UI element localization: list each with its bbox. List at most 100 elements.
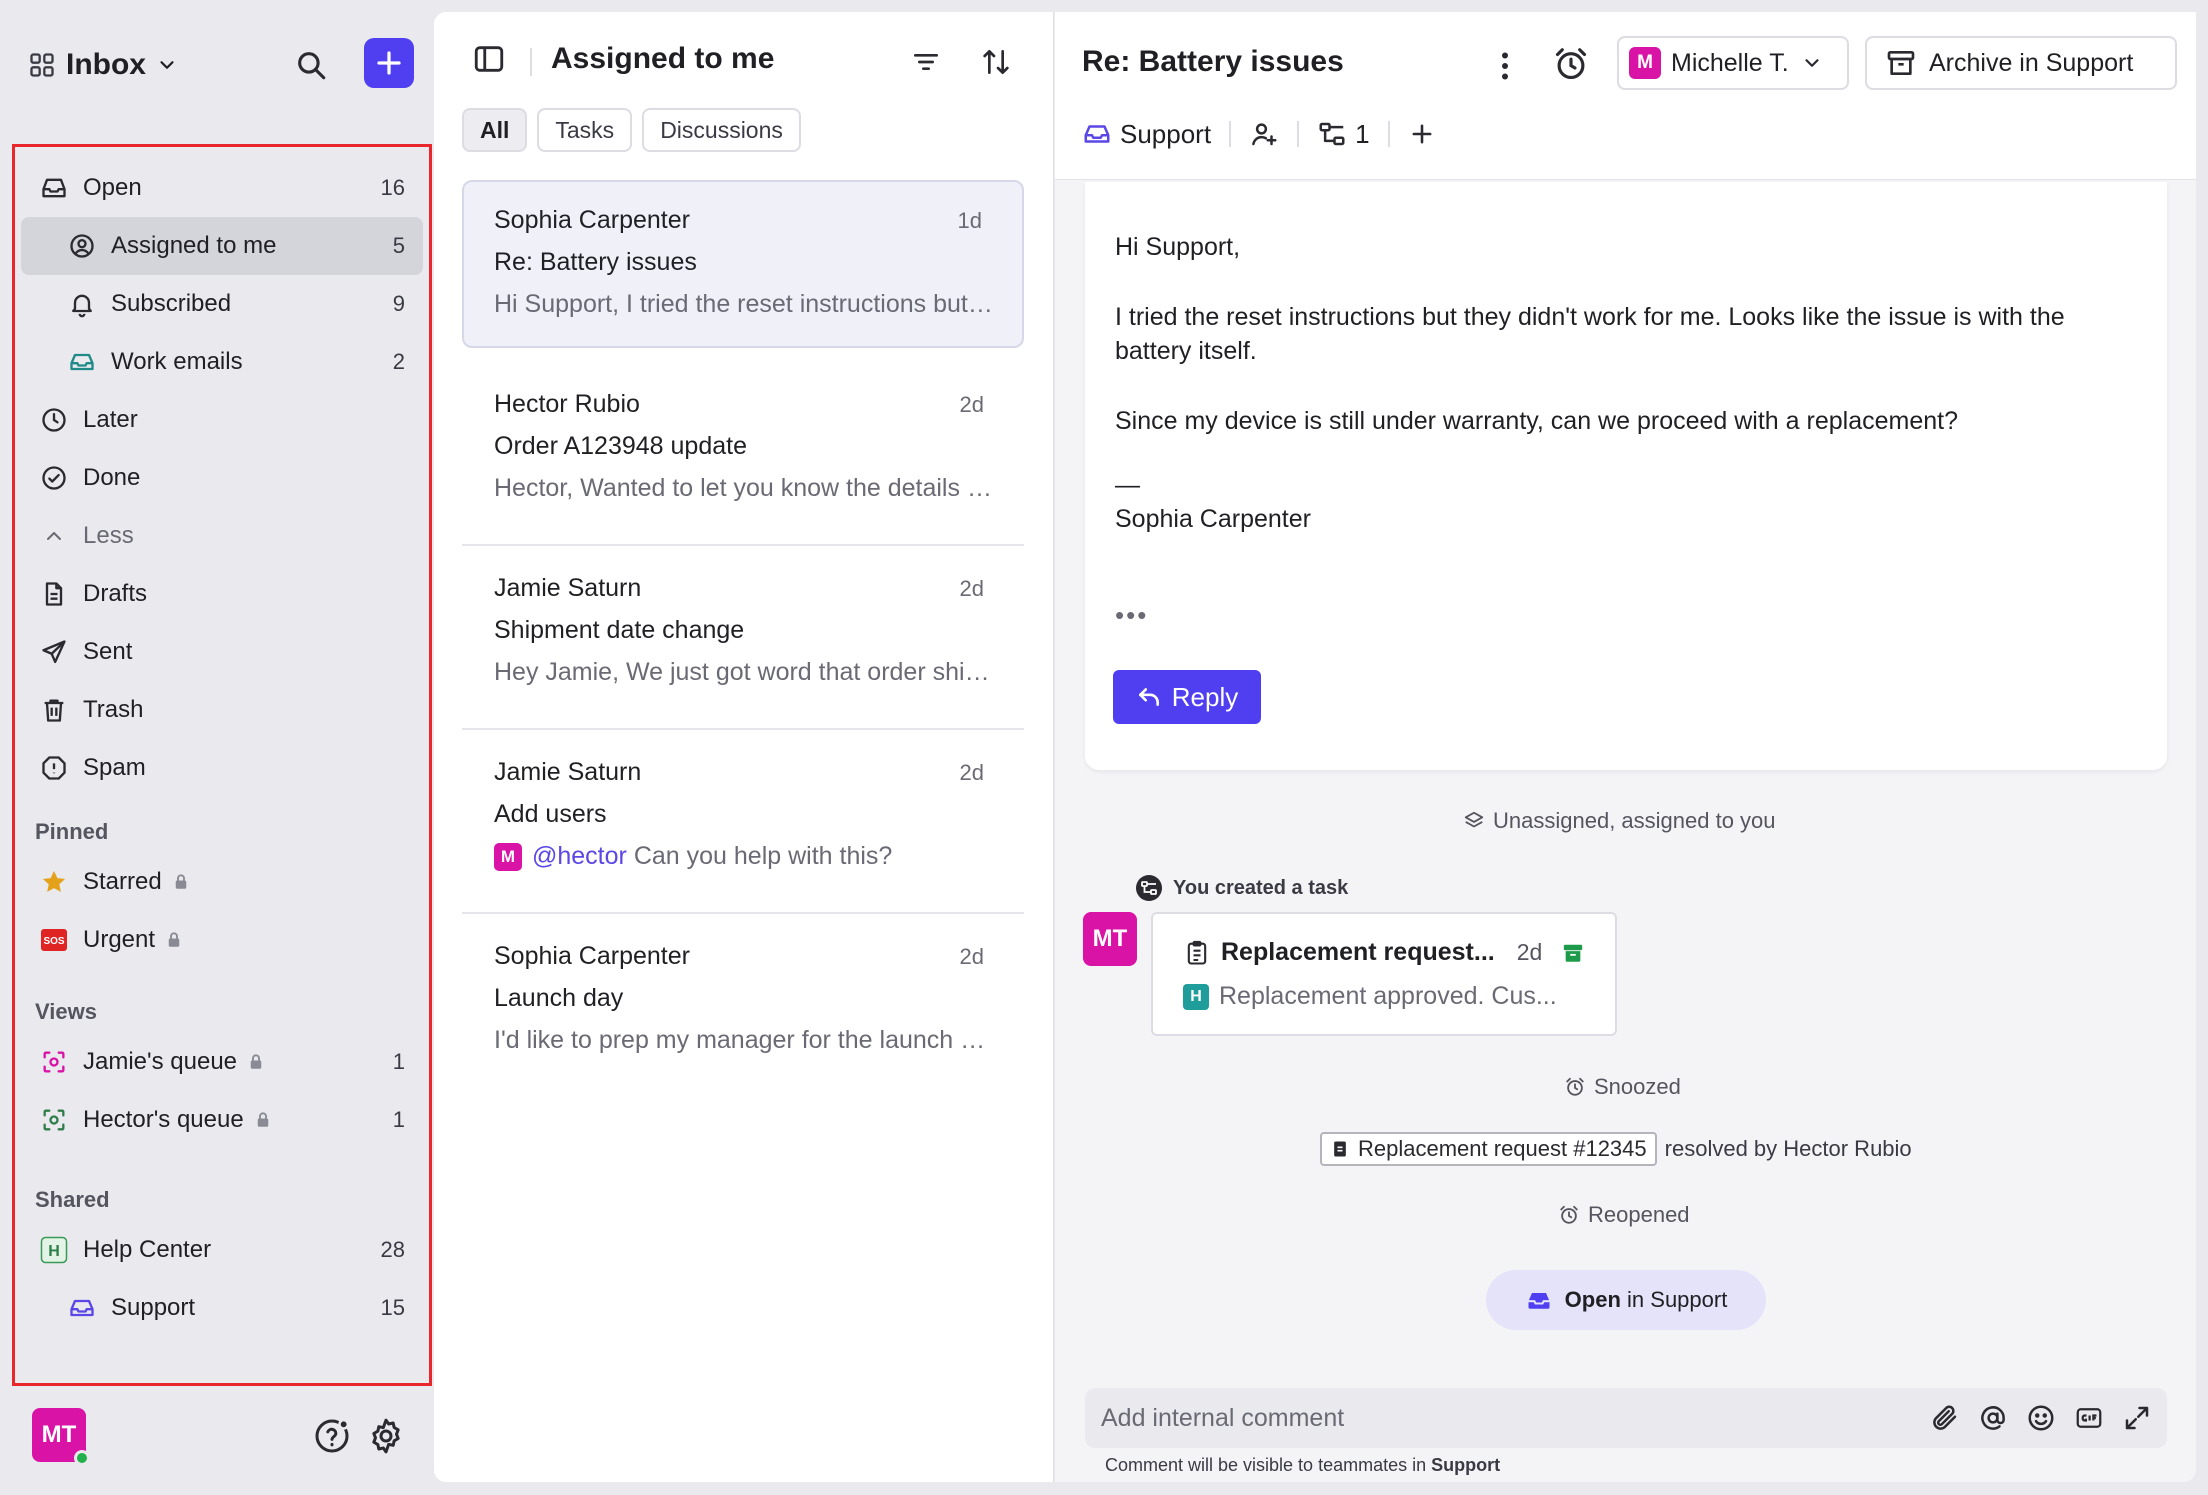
nav-item-later[interactable]: Later xyxy=(21,391,423,449)
show-quoted-button[interactable]: ••• xyxy=(1115,600,1148,631)
sidebar-nav: Open 16 Assigned to me 5 Subscribed 9 Wo… xyxy=(12,144,432,1386)
lock-icon xyxy=(165,931,183,949)
nav-item-drafts[interactable]: Drafts xyxy=(21,565,423,623)
status-open-pill[interactable]: Open in Support xyxy=(1486,1270,1766,1330)
snooze-button[interactable] xyxy=(1552,45,1592,85)
search-button[interactable] xyxy=(288,42,334,88)
user-plus-icon xyxy=(1252,123,1277,146)
reply-button[interactable]: Reply xyxy=(1113,670,1261,724)
add-button[interactable] xyxy=(1408,120,1436,148)
activity-reopened: Reopened xyxy=(1558,1202,1690,1228)
conversation-preview: Hector, Wanted to let you know the detai… xyxy=(494,474,996,502)
conversation-subject: Shipment date change xyxy=(494,616,745,644)
help-center-badge: H xyxy=(39,1235,69,1265)
activity-snoozed: Snoozed xyxy=(1564,1074,1681,1100)
nav-item-sent[interactable]: Sent xyxy=(21,623,423,681)
conversation-item[interactable]: Jamie Saturn 2d Shipment date change Hey… xyxy=(462,546,1024,730)
archive-label: Archive in Support xyxy=(1929,48,2134,77)
nav-item-open[interactable]: Open 16 xyxy=(21,159,423,217)
focus-green-icon xyxy=(39,1105,69,1135)
tab-all[interactable]: All xyxy=(462,108,528,152)
nav-item-work-emails[interactable]: Work emails 2 xyxy=(21,333,423,391)
conversation-item[interactable]: Sophia Carpenter 2d Launch day I'd like … xyxy=(462,914,1024,1098)
internal-comment-input[interactable]: Add internal comment xyxy=(1085,1388,2167,1448)
nav-item-assigned-to-me[interactable]: Assigned to me 5 xyxy=(21,217,423,275)
section-title-shared: Shared xyxy=(35,1187,110,1212)
conversation-item[interactable]: Hector Rubio 2d Order A123948 update Hec… xyxy=(462,362,1024,546)
lock-icon xyxy=(247,1053,265,1071)
toggle-sidebar-button[interactable] xyxy=(472,42,508,78)
nav-count: 1 xyxy=(392,1049,405,1074)
lock-icon xyxy=(172,873,190,891)
nav-label: Done xyxy=(83,464,141,491)
filter-button[interactable] xyxy=(910,46,946,82)
at-mention-icon[interactable] xyxy=(1975,1400,2011,1436)
tab-tasks[interactable]: Tasks xyxy=(537,108,633,152)
nav-item-less[interactable]: Less xyxy=(21,507,423,565)
sort-button[interactable] xyxy=(980,46,1016,82)
gif-icon[interactable] xyxy=(2071,1400,2107,1436)
conversation-item[interactable]: Jamie Saturn 2d Add users M @hector Can y… xyxy=(462,730,1024,914)
task-created-text: You created a task xyxy=(1173,876,1349,899)
nav-item-starred[interactable]: Starred xyxy=(21,853,423,911)
add-participant-button[interactable] xyxy=(1249,119,1279,149)
preview-text: Can you help with this? xyxy=(626,842,893,870)
nav-label: Urgent xyxy=(83,926,156,953)
tab-discussions[interactable]: Discussions xyxy=(642,108,801,152)
conversation-item[interactable]: Sophia Carpenter 1d Re: Battery issues H… xyxy=(462,180,1024,348)
sos-badge-text: SOS xyxy=(43,936,64,947)
task-tree-icon xyxy=(1136,875,1162,901)
tasks-count-button[interactable]: 1 xyxy=(1317,118,1370,150)
nav-item-subscribed[interactable]: Subscribed 9 xyxy=(21,275,423,333)
help-button[interactable] xyxy=(312,1416,352,1456)
alert-octagon-icon xyxy=(39,753,69,783)
activity-text: Unassigned, assigned to you xyxy=(1493,808,1776,833)
assignee-dropdown[interactable]: M Michelle T. xyxy=(1617,36,1849,90)
nav-item-help-center[interactable]: H Help Center 28 xyxy=(21,1221,423,1279)
bell-icon xyxy=(67,289,97,319)
nav-item-hectors-queue[interactable]: Hector's queue 1 xyxy=(21,1091,423,1149)
more-options-button[interactable] xyxy=(1487,46,1523,86)
task-reference-chip[interactable]: Replacement request #12345 xyxy=(1320,1132,1657,1166)
nav-item-support[interactable]: Support 15 xyxy=(21,1279,423,1337)
task-title: Replacement request... xyxy=(1221,938,1495,966)
task-reference-text: Replacement request #12345 xyxy=(1358,1136,1647,1161)
conversation-time: 1d xyxy=(957,208,982,233)
alarm-clock-icon xyxy=(1555,48,1587,80)
nav-label: Sent xyxy=(83,638,133,665)
expand-icon[interactable] xyxy=(2119,1400,2155,1436)
compose-button[interactable] xyxy=(364,38,414,88)
nav-item-done[interactable]: Done xyxy=(21,449,423,507)
tasks-count: 1 xyxy=(1355,118,1370,149)
clipboard-icon xyxy=(1334,1141,1346,1157)
sidebar: Inbox Open 16 Assigned to me 5 Subscribe… xyxy=(0,0,432,1495)
paperclip-icon[interactable] xyxy=(1927,1400,1963,1436)
inbox-tag[interactable]: Support xyxy=(1082,119,1211,150)
task-creator-avatar: MT xyxy=(1083,912,1137,966)
task-card[interactable]: Replacement request... 2d H Replacement … xyxy=(1151,912,1617,1036)
task-title-row: Replacement request... 2d xyxy=(1183,938,1584,967)
nav-label: Help Center xyxy=(83,1236,212,1263)
task-tree-icon xyxy=(1319,122,1345,146)
reply-label: Reply xyxy=(1171,681,1239,712)
nav-item-urgent[interactable]: SOS Urgent xyxy=(21,911,423,969)
inbox-switcher[interactable]: Inbox xyxy=(28,48,178,82)
gear-icon xyxy=(372,1418,400,1454)
nav-item-spam[interactable]: Spam xyxy=(21,739,423,797)
plus-icon xyxy=(377,51,401,75)
settings-button[interactable] xyxy=(366,1416,406,1456)
emoji-icon[interactable] xyxy=(2023,1400,2059,1436)
archive-button[interactable]: Archive in Support xyxy=(1865,36,2177,90)
conversation-list-pane: Assigned to me All Tasks Discussions Sop… xyxy=(434,12,1054,1482)
nav-item-trash[interactable]: Trash xyxy=(21,681,423,739)
conversation-time: 2d xyxy=(959,944,984,969)
help-center-badge: H xyxy=(1183,983,1209,1010)
conversation-sender: Jamie Saturn xyxy=(494,758,642,786)
user-circle-icon xyxy=(67,231,97,261)
nav-item-jamies-queue[interactable]: Jamie's queue 1 xyxy=(21,1033,423,1091)
section-title-views: Views xyxy=(35,999,97,1024)
nav-label: Support xyxy=(111,1294,196,1321)
status-open-inbox: in Support xyxy=(1627,1287,1728,1312)
nav-label: Assigned to me xyxy=(111,232,277,259)
user-avatar[interactable]: MT xyxy=(32,1408,90,1466)
